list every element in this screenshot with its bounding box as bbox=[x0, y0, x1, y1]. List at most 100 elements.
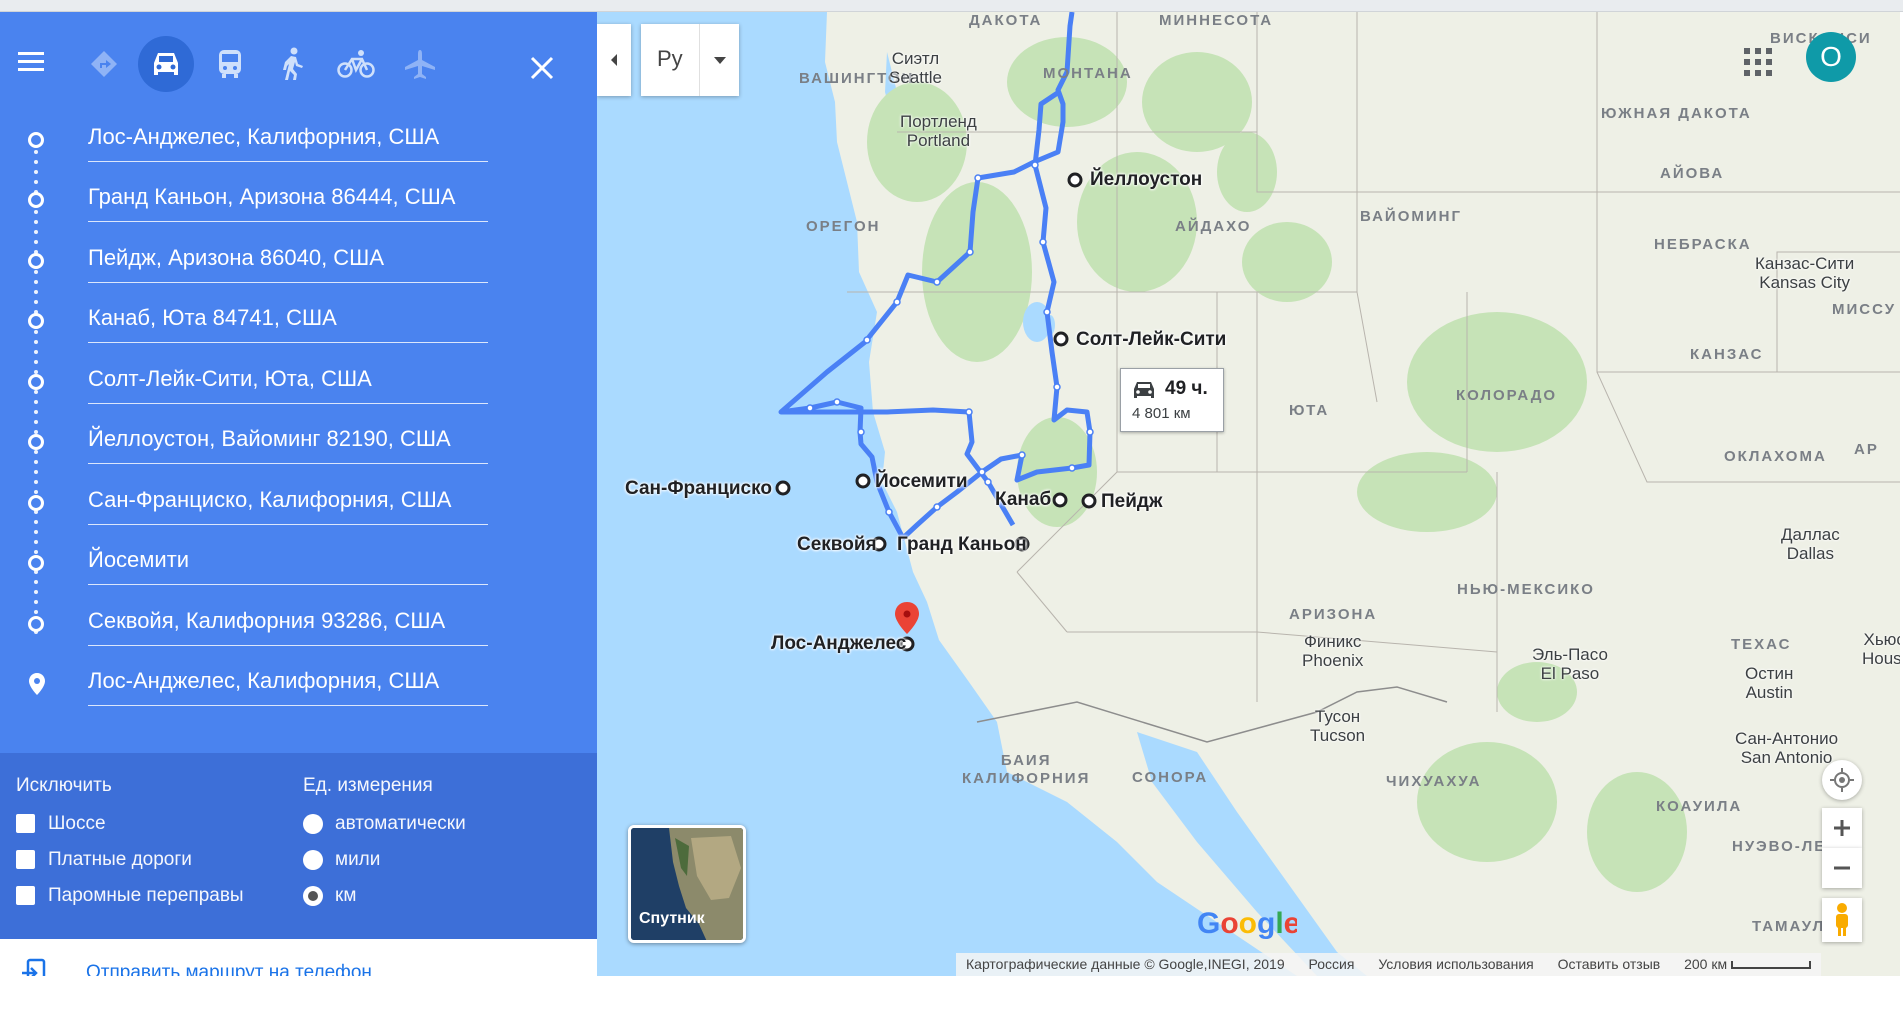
stop-input[interactable]: Пейдж, Аризона 86040, США bbox=[88, 243, 488, 283]
menu-button[interactable] bbox=[14, 48, 54, 80]
radio-selected-icon bbox=[303, 886, 323, 906]
stop-input[interactable]: Канаб, Юта 84741, США bbox=[88, 303, 488, 343]
satellite-label: Спутник bbox=[639, 910, 705, 927]
language-input[interactable]: Ру bbox=[641, 24, 739, 96]
stop-input[interactable]: Секвойя, Калифорния 93286, США bbox=[88, 606, 488, 646]
street-view-pegman[interactable] bbox=[1822, 898, 1862, 942]
collapse-panel-button[interactable] bbox=[597, 24, 631, 96]
close-directions-button[interactable] bbox=[522, 48, 562, 88]
language-dropdown-button[interactable] bbox=[699, 24, 739, 96]
route-stop: Йосемити bbox=[0, 533, 597, 593]
apps-grid-icon bbox=[1744, 48, 1772, 76]
place-label-sequoia[interactable]: Секвойя bbox=[797, 534, 877, 556]
route-duration-callout[interactable]: 49 ч. 4 801 км bbox=[1120, 368, 1224, 432]
waypoint-circle-icon bbox=[28, 253, 44, 269]
waypoint-kanab-marker[interactable] bbox=[1052, 492, 1068, 508]
car-icon bbox=[154, 53, 178, 75]
stop-input[interactable]: Йосемити bbox=[88, 545, 488, 585]
map-canvas[interactable]: Йеллоустон Солт-Лейк-Сити Сан-Франциско … bbox=[597, 12, 1900, 976]
walk-icon bbox=[283, 47, 303, 80]
map-country-link[interactable]: Россия bbox=[1309, 956, 1355, 972]
radio-icon bbox=[303, 814, 323, 834]
stop-input[interactable]: Йеллоустон, Вайоминг 82190, США bbox=[88, 424, 488, 464]
waypoint-circle-icon bbox=[28, 374, 44, 390]
waypoint-circle-icon bbox=[28, 616, 44, 632]
waypoint-san-francisco-marker[interactable] bbox=[775, 480, 791, 496]
region-label: НЬЮ-МЕКСИКО bbox=[1457, 581, 1595, 598]
stop-input[interactable]: Сан-Франциско, Калифорния, США bbox=[88, 485, 488, 525]
route-stop: Пейдж, Аризона 86040, США bbox=[0, 231, 597, 291]
waypoint-salt-lake-marker[interactable] bbox=[1053, 331, 1069, 347]
region-label: КАНЗАС bbox=[1690, 346, 1764, 363]
stop-input[interactable]: Солт-Лейк-Сити, Юта, США bbox=[88, 364, 488, 404]
region-label: НЕБРАСКА bbox=[1654, 236, 1752, 253]
route-stop: Гранд Каньон, Аризона 86444, США bbox=[0, 170, 597, 230]
my-location-button[interactable] bbox=[1822, 760, 1862, 800]
mode-walk-button[interactable] bbox=[264, 36, 320, 92]
send-to-phone-link[interactable]: Отправить маршрут на телефон bbox=[0, 952, 597, 976]
mode-flight-button[interactable] bbox=[392, 36, 448, 92]
map-feedback-link[interactable]: Оставить отзыв bbox=[1558, 956, 1661, 972]
map-scale[interactable]: 200 км bbox=[1684, 956, 1811, 972]
mode-transit-button[interactable] bbox=[202, 36, 258, 92]
travel-mode-bar bbox=[0, 12, 597, 112]
waypoint-circle-icon bbox=[28, 132, 44, 148]
town-label: Эль-Пасо El Paso bbox=[1532, 645, 1608, 683]
mode-car-button[interactable] bbox=[138, 36, 194, 92]
minus-icon bbox=[1834, 866, 1850, 870]
map-copyright: Картографические данные © Google,INEGI, … bbox=[966, 956, 1285, 972]
waypoint-circle-icon bbox=[28, 555, 44, 571]
route-stop: Лос-Анджелес, Калифорния, США bbox=[0, 110, 597, 170]
route-stop: Йеллоустон, Вайоминг 82190, США bbox=[0, 412, 597, 472]
mode-bike-button[interactable] bbox=[328, 36, 384, 92]
waypoint-page-marker[interactable] bbox=[1081, 493, 1097, 509]
place-label-salt-lake[interactable]: Солт-Лейк-Сити bbox=[1076, 329, 1226, 351]
town-label: Сиэтл Seattle bbox=[889, 49, 942, 87]
route-stop: Секвойя, Калифорния 93286, США bbox=[0, 594, 597, 654]
region-label: МИННЕСОТА bbox=[1159, 12, 1274, 29]
zoom-in-button[interactable] bbox=[1822, 808, 1862, 848]
scale-bar-icon bbox=[1730, 961, 1811, 970]
waypoint-yosemite-marker[interactable] bbox=[855, 473, 871, 489]
place-label-page[interactable]: Пейдж bbox=[1101, 491, 1162, 513]
stop-input[interactable]: Лос-Анджелес, Калифорния, США bbox=[88, 122, 488, 162]
mode-best-button[interactable] bbox=[76, 36, 132, 92]
zoom-out-button[interactable] bbox=[1822, 848, 1862, 888]
directions-header: Лос-Анджелес, Калифорния, США Гранд Кань… bbox=[0, 12, 597, 739]
checkbox-icon bbox=[16, 850, 35, 869]
route-duration: 49 ч. bbox=[1165, 378, 1208, 399]
region-label: ЮЖНАЯ ДАКОТА bbox=[1601, 105, 1752, 122]
google-logo: Google bbox=[1197, 905, 1300, 949]
place-label-yosemite[interactable]: Йосемити bbox=[875, 471, 968, 493]
app-window: Лос-Анджелес, Калифорния, США Гранд Кань… bbox=[0, 0, 1903, 1033]
svg-text:Google: Google bbox=[1197, 907, 1297, 940]
region-label: АЙОВА bbox=[1660, 165, 1725, 182]
satellite-toggle[interactable]: Спутник bbox=[628, 825, 746, 943]
town-label: Даллас Dallas bbox=[1781, 525, 1840, 563]
region-label: ОРЕГОН bbox=[806, 218, 881, 235]
route-stop: Лос-Анджелес, Калифорния, США bbox=[0, 654, 597, 714]
google-wordmark: Google bbox=[1197, 907, 1300, 940]
region-label: ТЕХАС bbox=[1731, 636, 1792, 653]
account-avatar[interactable]: O bbox=[1806, 32, 1856, 82]
place-label-grand-canyon[interactable]: Гранд Каньон bbox=[897, 534, 1027, 556]
waypoint-circle-icon bbox=[28, 313, 44, 329]
route-distance: 4 801 км bbox=[1132, 405, 1191, 422]
waypoint-yellowstone-marker[interactable] bbox=[1067, 172, 1083, 188]
place-label-kanab[interactable]: Канаб bbox=[995, 489, 1051, 511]
place-label-yellowstone[interactable]: Йеллоустон bbox=[1090, 169, 1202, 191]
place-label-san-francisco[interactable]: Сан-Франциско bbox=[625, 478, 772, 500]
stop-input[interactable]: Лос-Анджелес, Калифорния, США bbox=[88, 666, 488, 706]
town-label: Канзас-Сити Kansas City bbox=[1755, 254, 1855, 292]
close-icon bbox=[530, 56, 554, 80]
region-label: ТАМАУЛ bbox=[1752, 918, 1826, 935]
waypoint-circle-icon bbox=[28, 495, 44, 511]
region-label: КОАУИЛА bbox=[1656, 798, 1743, 815]
map-terms-link[interactable]: Условия использования bbox=[1378, 956, 1533, 972]
google-apps-button[interactable] bbox=[1742, 46, 1774, 78]
region-label: СОНОРА bbox=[1132, 769, 1209, 786]
stop-input[interactable]: Гранд Каньон, Аризона 86444, США bbox=[88, 182, 488, 222]
red-pin-icon[interactable] bbox=[895, 602, 919, 634]
place-label-los-angeles[interactable]: Лос-Анджелес bbox=[771, 633, 906, 655]
checkbox-icon bbox=[16, 886, 35, 905]
